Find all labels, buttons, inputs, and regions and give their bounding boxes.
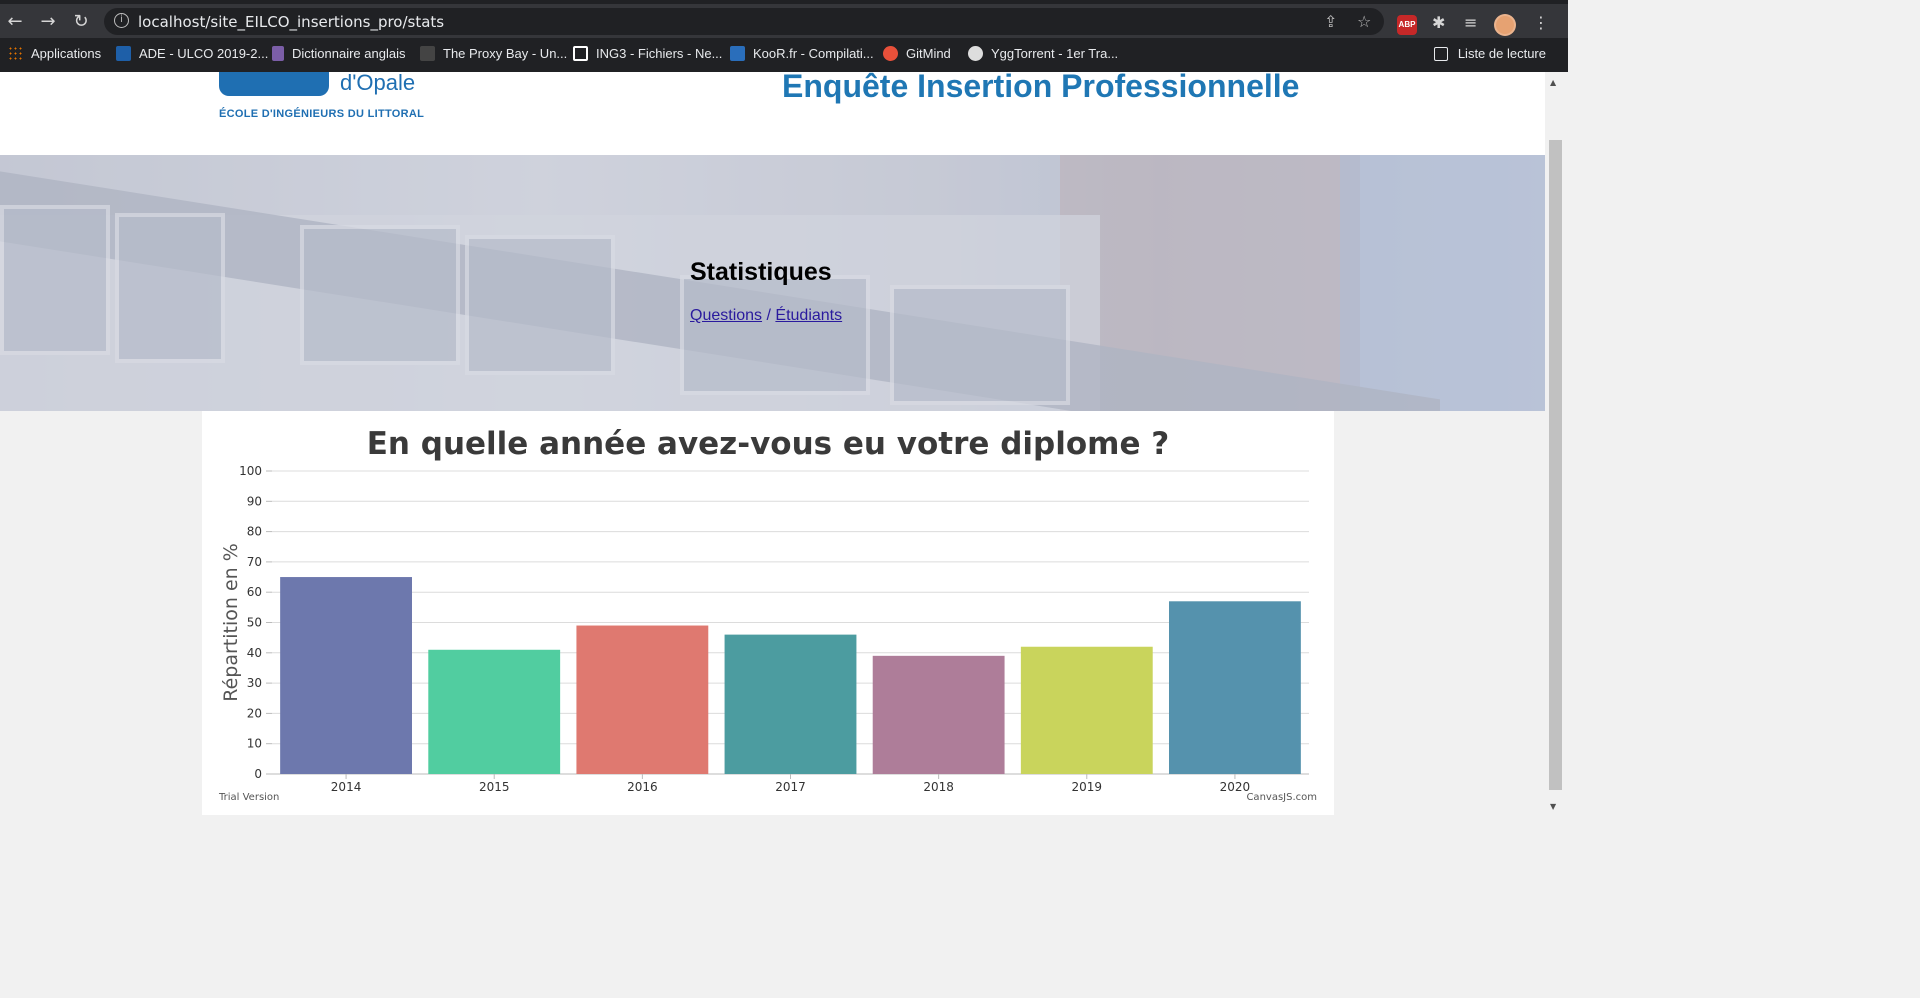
chart-title: En quelle année avez-vous eu votre diplo… [367,426,1170,462]
bar-2014 [280,577,412,774]
scroll-up-icon[interactable]: ▲ [1550,78,1556,87]
forward-icon[interactable]: → [37,12,59,32]
x-tick-label: 2019 [1072,780,1103,794]
adblock-plus-icon[interactable]: ABP [1397,15,1417,35]
bookmark-proxybay[interactable]: The Proxy Bay - Un... [420,46,567,61]
nav-separator: / [766,307,771,324]
apps-grid-icon [8,46,23,61]
bar-2016 [576,625,709,774]
scrollbar-thumb[interactable] [1549,140,1562,790]
folder-icon [573,46,588,61]
y-tick-label: 90 [247,494,262,508]
bar-chart: En quelle année avez-vous eu votre diplo… [218,426,1317,803]
ade-icon [116,46,131,61]
reload-icon[interactable]: ↻ [70,12,92,32]
trial-version-watermark: Trial Version [218,792,279,803]
y-tick-label: 10 [247,737,262,751]
browser-frame: ← → ↻ i localhost/site_EILCO_insertions_… [0,0,1568,72]
reading-list-label: Liste de lecture [1457,46,1546,61]
address-url[interactable]: localhost/site_EILCO_insertions_pro/stat… [138,13,444,31]
y-tick-label: 80 [247,525,262,539]
bar-2015 [428,649,561,774]
y-tick-label: 40 [247,646,262,660]
bookmark-ing3[interactable]: ING3 - Fichiers - Ne... [573,46,722,61]
scroll-down-icon[interactable]: ▼ [1550,802,1556,811]
koor-icon [730,46,745,61]
bar-2019 [1020,646,1153,774]
share-icon[interactable]: ⇪ [1324,12,1337,31]
y-tick-label: 60 [247,585,262,599]
reading-list[interactable]: Liste de lecture [1433,46,1546,61]
stats-nav: Questions / Étudiants [690,307,842,325]
gitmind-icon [883,46,898,61]
bookmark-label: Dictionnaire anglais [292,46,406,61]
x-tick-label: 2017 [775,780,806,794]
bookmark-label: ADE - ULCO 2019-2... [139,46,269,61]
page-viewport: d'Opale ÉCOLE D'INGÉNIEURS DU LITTORAL E… [0,72,1545,815]
extensions-icon[interactable]: ✱ [1432,13,1445,32]
back-icon[interactable]: ← [4,12,26,32]
y-tick-label: 70 [247,555,262,569]
pirate-ship-icon [420,46,435,61]
x-tick-label: 2016 [627,780,658,794]
address-bar[interactable]: i localhost/site_EILCO_insertions_pro/st… [104,8,1384,35]
site-header: d'Opale ÉCOLE D'INGÉNIEURS DU LITTORAL E… [0,72,1545,155]
globe-icon [968,46,983,61]
students-link[interactable]: Étudiants [775,307,842,324]
bookmark-yggtorrent[interactable]: YggTorrent - 1er Tra... [968,46,1118,61]
y-tick-label: 30 [247,676,262,690]
logo-school-name: ÉCOLE D'INGÉNIEURS DU LITTORAL [219,108,425,120]
y-axis-label: Répartition en % [220,543,242,702]
x-tick-label: 2018 [923,780,954,794]
menu-kebab-icon[interactable]: ⋮ [1533,13,1549,32]
bookmark-gitmind[interactable]: GitMind [883,46,951,61]
reading-list-icon [1433,46,1448,61]
bookmark-applications[interactable]: Applications [8,46,101,61]
y-tick-label: 20 [247,706,262,720]
bookmarks-bar: Applications ADE - ULCO 2019-2... Dictio… [0,40,1568,68]
logo-mark [219,72,329,96]
bar-2017 [724,634,857,774]
canvasjs-credit: CanvasJS.com [1246,792,1317,803]
site-info-icon[interactable]: i [114,13,129,28]
bar-2018 [872,655,1005,774]
x-tick-label: 2014 [331,780,362,794]
site-title: Enquête Insertion Professionnelle [782,72,1300,104]
bookmark-label: KooR.fr - Compilati... [753,46,874,61]
bookmark-label: ING3 - Fichiers - Ne... [596,46,723,61]
bookmark-label: Applications [31,46,102,61]
hero-banner: Statistiques Questions / Étudiants [0,155,1545,411]
questions-link[interactable]: Questions [690,307,762,324]
bookmark-label: The Proxy Bay - Un... [443,46,568,61]
profile-avatar[interactable] [1494,14,1516,36]
stats-title: Statistiques [690,258,832,286]
bookmark-label: GitMind [906,46,951,61]
y-tick-label: 50 [247,616,262,630]
chart-card: En quelle année avez-vous eu votre diplo… [202,411,1334,815]
wordreference-icon [272,46,284,61]
bookmark-koor[interactable]: KooR.fr - Compilati... [730,46,874,61]
browser-toolbar: ← → ↻ i localhost/site_EILCO_insertions_… [0,4,1568,38]
bookmark-dictionnaire[interactable]: Dictionnaire anglais [272,46,405,61]
bookmark-label: YggTorrent - 1er Tra... [991,46,1119,61]
eilco-logo[interactable]: d'Opale [219,72,418,98]
x-tick-label: 2015 [479,780,510,794]
logo-text: d'Opale [340,72,416,95]
bookmark-star-icon[interactable]: ☆ [1357,12,1371,31]
bar-2020 [1169,601,1301,774]
y-tick-label: 0 [254,767,262,781]
bookmark-ade[interactable]: ADE - ULCO 2019-2... [116,46,268,61]
page-scrollbar[interactable]: ▲ ▼ [1545,72,1568,815]
y-tick-label: 100 [239,464,262,478]
media-control-icon[interactable]: ≡ [1464,13,1477,32]
